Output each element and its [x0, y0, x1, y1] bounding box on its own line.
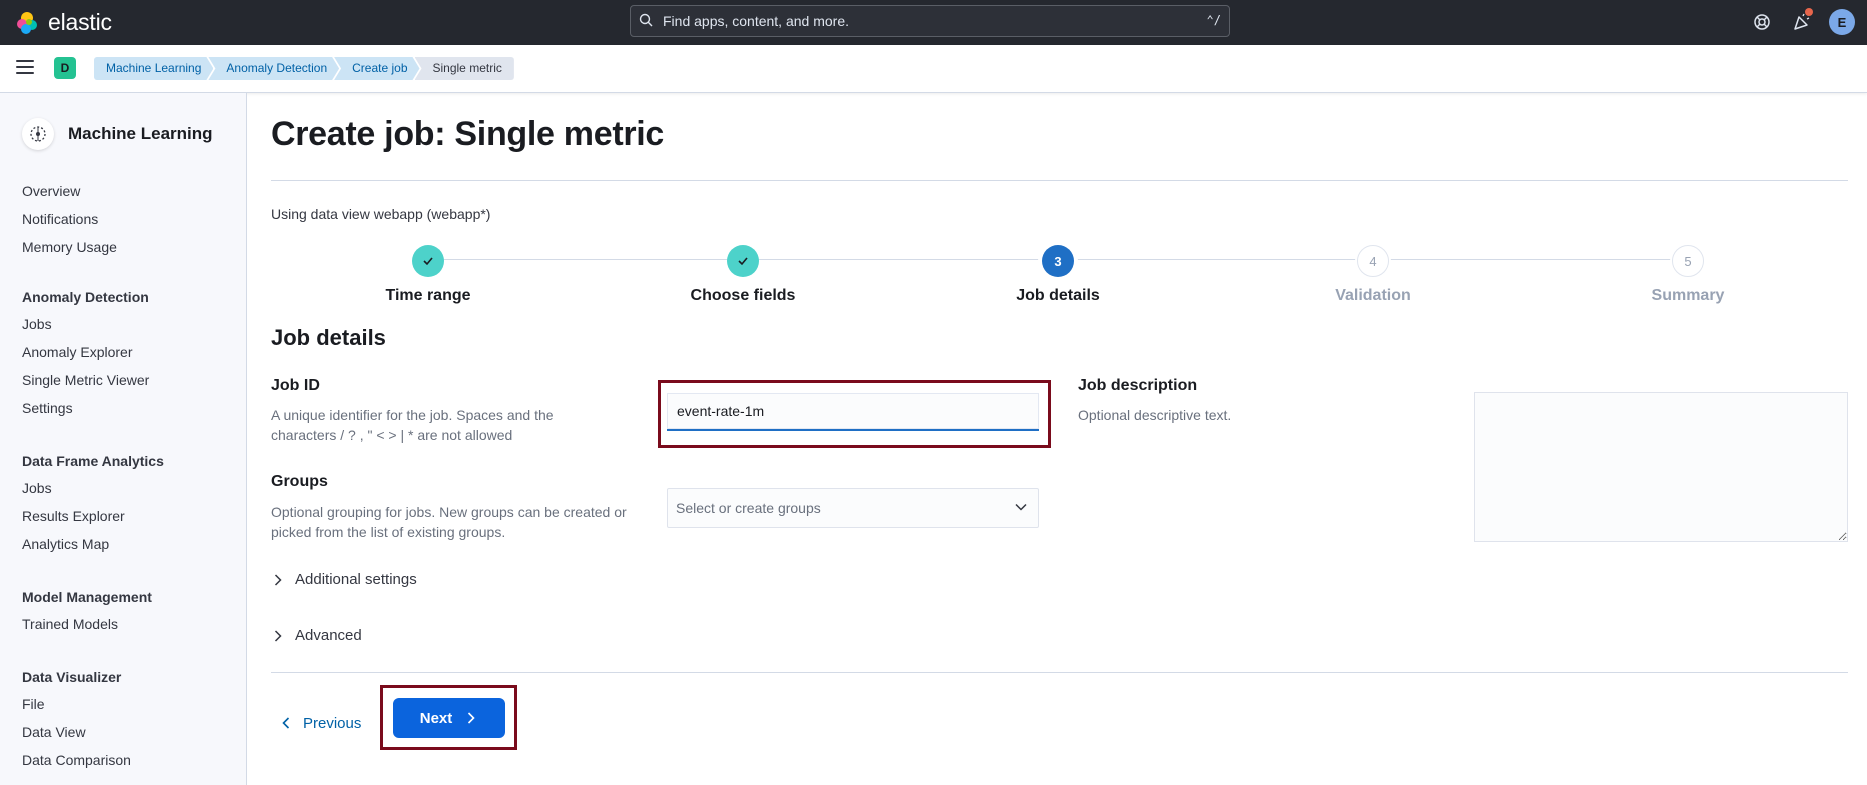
sidebar-item-anomaly-explorer[interactable]: Anomaly Explorer [22, 338, 149, 366]
step-validation: 4 Validation [1273, 245, 1473, 305]
sidebar-title: Machine Learning [68, 124, 213, 143]
sidebar-group-model-management: Model Management Trained Models [22, 587, 152, 638]
help-icon[interactable] [1751, 11, 1773, 33]
next-label: Next [419, 709, 453, 727]
menu-toggle-icon[interactable] [16, 60, 34, 74]
chevron-right-icon [274, 629, 282, 642]
sidebar-group-data-visualizer: Data Visualizer File Data View Data Comp… [22, 667, 131, 774]
sidebar-top-items: Overview Notifications Memory Usage [22, 177, 117, 261]
global-search[interactable]: ⌃/ [630, 5, 1230, 37]
job-description-title: Job description [1078, 377, 1198, 394]
chevron-left-icon [282, 717, 290, 729]
notification-dot [1805, 8, 1813, 16]
next-button[interactable]: Next [393, 698, 505, 738]
advanced-accordion[interactable]: Advanced [271, 627, 362, 644]
footer-divider [271, 672, 1848, 673]
breadcrumb-anomaly-detection[interactable]: Anomaly Detection [208, 57, 339, 80]
breadcrumb-machine-learning[interactable]: Machine Learning [94, 57, 213, 80]
breadcrumb-create-job[interactable]: Create job [334, 57, 419, 80]
step-time-range[interactable]: Time range [328, 245, 528, 305]
section-title: Job details [271, 325, 386, 350]
step-complete-icon [412, 245, 444, 277]
groups-placeholder: Select or create groups [676, 500, 821, 516]
job-description-help: Optional descriptive text. [1078, 407, 1232, 423]
chevron-right-icon [468, 712, 475, 724]
sidebar-item-dfa-jobs[interactable]: Jobs [22, 474, 164, 502]
main-content: Create job: Single metric Using data vie… [247, 93, 1867, 785]
groups-combobox[interactable]: Select or create groups [667, 488, 1039, 528]
sidebar-group-title: Anomaly Detection [22, 289, 149, 305]
sidebar-group-data-frame-analytics: Data Frame Analytics Jobs Results Explor… [22, 451, 164, 558]
job-description-textarea[interactable] [1474, 392, 1848, 542]
elastic-logo-icon [17, 11, 37, 34]
sidebar-item-file[interactable]: File [22, 690, 131, 718]
logo-text: elastic [48, 9, 112, 35]
search-icon [639, 13, 653, 32]
sidebar-item-settings[interactable]: Settings [22, 394, 149, 422]
previous-button[interactable]: Previous [279, 703, 361, 743]
step-label: Choose fields [690, 287, 796, 304]
step-complete-icon [727, 245, 759, 277]
groups-description: Optional grouping for jobs. New groups c… [271, 504, 627, 540]
sidebar-group-anomaly-detection: Anomaly Detection Jobs Anomaly Explorer … [22, 287, 149, 422]
step-choose-fields[interactable]: Choose fields [643, 245, 843, 305]
space-avatar[interactable]: D [54, 57, 76, 79]
breadcrumb: Machine Learning Anomaly Detection Creat… [94, 57, 514, 80]
breadcrumb-single-metric: Single metric [414, 57, 514, 80]
groups-title: Groups [271, 473, 328, 490]
step-label: Job details [1016, 287, 1100, 304]
sidebar-item-single-metric-viewer[interactable]: Single Metric Viewer [22, 366, 149, 394]
step-label: Validation [1335, 287, 1411, 304]
page-title: Create job: Single metric [271, 115, 665, 153]
top-header: elastic ⌃/ E [0, 0, 1867, 45]
chevron-right-icon [274, 573, 282, 586]
step-number: 5 [1672, 245, 1704, 277]
sidebar-group-title: Model Management [22, 589, 152, 605]
title-divider [271, 180, 1848, 181]
search-shortcut: ⌃/ [1206, 13, 1221, 27]
job-id-input[interactable] [667, 393, 1039, 431]
job-id-description: A unique identifier for the job. Spaces … [271, 407, 554, 443]
sidebar-item-analytics-map[interactable]: Analytics Map [22, 530, 164, 558]
sidebar-item-data-view[interactable]: Data View [22, 718, 131, 746]
step-number: 3 [1042, 245, 1074, 277]
user-avatar[interactable]: E [1829, 9, 1855, 35]
sidebar-item-results-explorer[interactable]: Results Explorer [22, 502, 164, 530]
step-summary: 5 Summary [1588, 245, 1788, 305]
wizard-steps: Time range Choose fields 3 Job details 4… [271, 245, 1848, 315]
sidebar-group-title: Data Frame Analytics [22, 453, 164, 469]
sidebar-item-notifications[interactable]: Notifications [22, 205, 117, 233]
step-label: Time range [385, 287, 471, 304]
step-label: Summary [1651, 287, 1725, 304]
sidebar-group-title: Data Visualizer [22, 669, 122, 685]
ml-sidebar: Machine Learning Overview Notifications … [0, 93, 247, 785]
step-number: 4 [1357, 245, 1389, 277]
sidebar-item-data-comparison[interactable]: Data Comparison [22, 746, 131, 774]
previous-label: Previous [303, 714, 362, 732]
machine-learning-icon [22, 118, 54, 150]
sidebar-item-overview[interactable]: Overview [22, 177, 117, 205]
accordion-label: Additional settings [295, 571, 417, 588]
search-input[interactable] [663, 6, 1163, 36]
data-view-text: Using data view webapp (webapp*) [271, 206, 491, 222]
sidebar-header: Machine Learning [22, 118, 213, 150]
additional-settings-accordion[interactable]: Additional settings [271, 571, 417, 588]
sidebar-item-trained-models[interactable]: Trained Models [22, 610, 152, 638]
accordion-label: Advanced [295, 627, 362, 644]
sidebar-item-memory-usage[interactable]: Memory Usage [22, 233, 117, 261]
sidebar-item-ad-jobs[interactable]: Jobs [22, 310, 149, 338]
elastic-logo[interactable]: elastic [14, 9, 112, 36]
chevron-down-icon [1014, 500, 1028, 517]
breadcrumb-bar: D Machine Learning Anomaly Detection Cre… [0, 45, 1867, 93]
step-job-details: 3 Job details [958, 245, 1158, 305]
job-id-title: Job ID [271, 377, 320, 394]
